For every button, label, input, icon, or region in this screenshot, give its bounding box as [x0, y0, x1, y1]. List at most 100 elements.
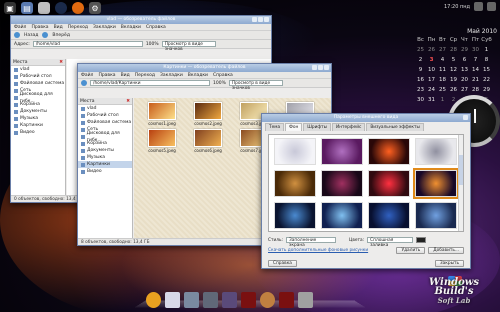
calendar-day[interactable]: 14 [470, 67, 481, 73]
calendar-day[interactable]: 27 [459, 87, 470, 93]
calendar-day[interactable]: 4 [437, 57, 448, 63]
calendar-day[interactable]: 29 [481, 87, 492, 93]
sidebar-item[interactable]: Музыка [78, 154, 132, 161]
back-icon[interactable] [81, 80, 87, 86]
calendar-day[interactable]: 13 [459, 67, 470, 73]
close-dialog-button[interactable]: Закрыть [434, 260, 464, 267]
menu-item[interactable]: Вкладки [121, 25, 141, 30]
calendar-day[interactable]: 31 [426, 97, 437, 103]
sidebar-item[interactable]: Картинки [78, 161, 132, 168]
menu-item[interactable]: Вкладки [188, 73, 208, 78]
background-thumbnail[interactable] [321, 138, 363, 165]
calendar-day[interactable]: 8 [481, 57, 492, 63]
calendar-day[interactable]: 7 [470, 57, 481, 63]
maximize-button[interactable] [318, 65, 323, 70]
settings-icon[interactable]: ⚙ [89, 2, 101, 14]
remove-button[interactable]: Удалить [396, 247, 426, 254]
safari-icon[interactable] [260, 292, 275, 308]
calendar-day[interactable]: 27 [437, 47, 448, 53]
clock-text[interactable]: 17:20 пнд [444, 4, 470, 10]
style-select[interactable]: Заполнение экрана [286, 237, 337, 248]
background-thumbnail[interactable] [415, 202, 457, 229]
calendar-day[interactable]: 22 [481, 77, 492, 83]
calendar-day[interactable]: 25 [437, 87, 448, 93]
menu-item[interactable]: Справка [146, 25, 166, 30]
minimize-button[interactable] [252, 17, 257, 22]
sidebar-item[interactable]: Дисковод для гибк... [78, 131, 132, 143]
chart-icon[interactable] [222, 292, 237, 308]
calendar-day[interactable]: 2 [415, 57, 426, 63]
view-mode-select[interactable]: Просмотр в виде значков [228, 80, 283, 91]
background-thumbnail[interactable] [415, 138, 457, 165]
background-thumbnail[interactable] [368, 170, 410, 197]
red-box-icon[interactable] [241, 292, 256, 308]
menu-item[interactable]: Переход [135, 73, 155, 78]
tab-item[interactable]: Тема [265, 123, 285, 131]
close-button[interactable] [264, 17, 269, 22]
calendar-day[interactable]: 17 [426, 77, 437, 83]
more-backgrounds-link[interactable]: Скачать дополнительные фоновые рисунки [268, 248, 368, 253]
file-item[interactable]: cosmos5.jpeg [140, 129, 184, 153]
view-mode-select[interactable]: Просмотр в виде значков [161, 41, 216, 52]
back-button[interactable]: Назад [24, 33, 38, 38]
color-swatch-button[interactable] [416, 237, 427, 243]
maximize-button[interactable] [258, 17, 263, 22]
background-thumbnail[interactable] [368, 138, 410, 165]
terminal-icon[interactable]: ▣ [4, 2, 16, 14]
power-tray-icon[interactable] [487, 2, 496, 11]
sidebar-item[interactable]: Видео [11, 129, 65, 136]
calendar-day[interactable]: 1 [481, 47, 492, 53]
tab-item[interactable]: Шрифты [303, 123, 331, 131]
menu-item[interactable]: Закладки [93, 25, 116, 30]
background-thumbnail[interactable] [321, 170, 363, 197]
calendar-day[interactable]: 1 [437, 97, 448, 103]
network-tray-icon[interactable] [474, 2, 483, 11]
sidebar-item[interactable]: Музыка [11, 115, 65, 122]
calendar-day[interactable]: 30 [470, 47, 481, 53]
calendar-day[interactable]: 16 [415, 77, 426, 83]
calendar-day[interactable]: 28 [470, 87, 481, 93]
close-button[interactable] [324, 65, 329, 70]
add-button[interactable]: Добавить... [428, 247, 464, 254]
calendar-day[interactable]: 5 [448, 57, 459, 63]
calendar-day[interactable]: 29 [459, 47, 470, 53]
calendar-day[interactable]: 26 [426, 47, 437, 53]
network-icon[interactable] [203, 292, 218, 308]
document-icon[interactable] [165, 292, 180, 308]
calendar-day[interactable]: 20 [459, 77, 470, 83]
calendar-day[interactable]: 3 [426, 57, 437, 63]
calendar-day[interactable]: 18 [437, 77, 448, 83]
calendar-day[interactable]: 10 [426, 67, 437, 73]
menu-item[interactable]: Файл [81, 73, 93, 78]
menu-item[interactable]: Закладки [160, 73, 183, 78]
image-viewer-icon[interactable] [38, 2, 50, 14]
tab-item[interactable]: Визуальные эффекты [366, 123, 424, 131]
background-thumbnail[interactable] [321, 202, 363, 229]
menu-item[interactable]: Файл [14, 25, 26, 30]
calendar-day[interactable]: 28 [448, 47, 459, 53]
colors-select[interactable]: Сплошная заливка [367, 237, 414, 248]
sidebar-item[interactable]: Файловая система [11, 80, 65, 87]
background-thumbnail[interactable] [274, 138, 316, 165]
folder-icon[interactable] [184, 292, 199, 308]
menu-item[interactable]: Правка [31, 25, 48, 30]
sidebar-item[interactable]: Дисковод для гибк... [11, 92, 65, 104]
calendar-day[interactable]: 6 [459, 57, 470, 63]
scrollbar-thumb[interactable] [459, 155, 463, 185]
menu-item[interactable]: Правка [98, 73, 115, 78]
tab-item[interactable]: Интерфейс [331, 123, 366, 131]
menu-item[interactable]: Вид [121, 73, 130, 78]
sidebar-item[interactable]: Видео [78, 168, 132, 175]
calendar-day[interactable]: 23 [415, 87, 426, 93]
close-button[interactable] [463, 115, 468, 120]
sidebar-item[interactable]: Документы [78, 147, 132, 154]
sidebar-item[interactable]: Документы [11, 108, 65, 115]
calendar-day[interactable]: 21 [470, 77, 481, 83]
file-item[interactable]: cosmos6.jpeg [186, 129, 230, 153]
close-sidebar-icon[interactable]: ✖ [59, 59, 63, 65]
sidebar-item[interactable]: Рабочий стол [11, 73, 65, 80]
calendar-day[interactable]: 24 [426, 87, 437, 93]
back-icon[interactable] [14, 32, 20, 38]
calendar-day[interactable]: 19 [448, 77, 459, 83]
sidebar-item[interactable]: Файловая система [78, 119, 132, 126]
